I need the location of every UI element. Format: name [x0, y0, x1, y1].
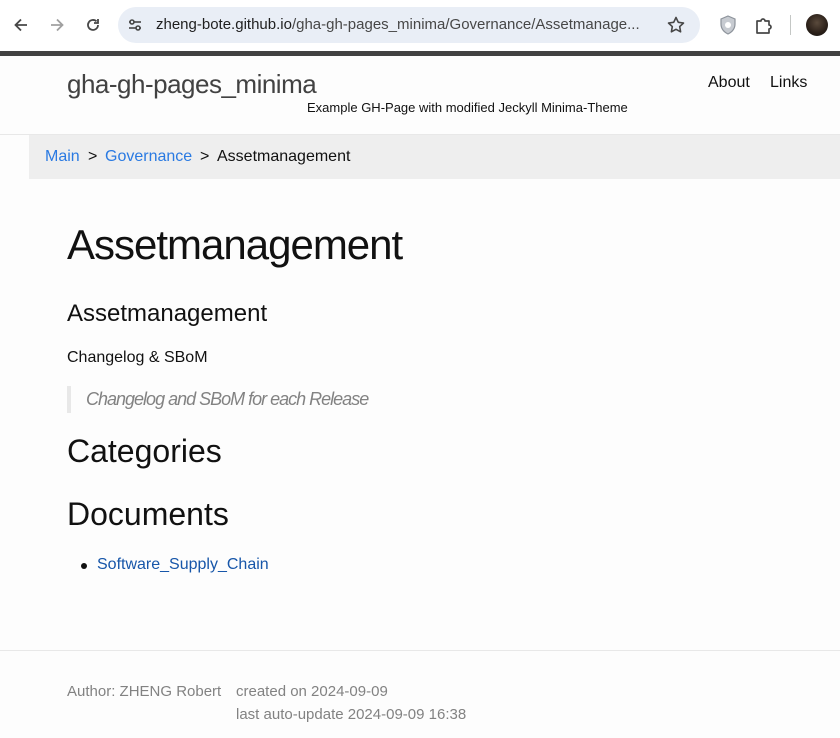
paragraph: Changelog & SBoM	[67, 349, 208, 366]
url-text: zheng-bote.github.io/gha-gh-pages_minima…	[156, 16, 640, 33]
categories-heading: Categories	[67, 433, 222, 469]
back-arrow-icon[interactable]	[8, 12, 34, 38]
address-bar[interactable]: zheng-bote.github.io/gha-gh-pages_minima…	[118, 7, 700, 43]
browser-toolbar: zheng-bote.github.io/gha-gh-pages_minima…	[0, 0, 840, 52]
blockquote: Changelog and SBoM for each Release	[67, 386, 467, 413]
breadcrumb-separator: >	[200, 148, 210, 165]
breadcrumb-main[interactable]: Main	[45, 148, 80, 166]
url-path: /gha-gh-pages_minima/Governance/Assetman…	[291, 16, 640, 33]
puzzle-icon[interactable]	[753, 14, 775, 36]
site-description: Example GH-Page with modified Jeckyll Mi…	[307, 100, 628, 115]
site-footer: Author: ZHENG Robert created on 2024-09-…	[0, 650, 840, 738]
breadcrumb-governance[interactable]: Governance	[105, 148, 192, 166]
footer-updated: last auto-update 2024-09-09 16:38	[236, 706, 467, 723]
url-host: zheng-bote.github.io	[156, 16, 292, 33]
star-icon[interactable]	[666, 15, 686, 35]
breadcrumb-current: Assetmanagement	[217, 148, 351, 165]
profile-avatar[interactable]	[806, 14, 828, 36]
toolbar-separator	[790, 15, 791, 35]
site-header: gha-gh-pages_minima Example GH-Page with…	[0, 56, 840, 135]
nav-link-links[interactable]: Links	[770, 74, 807, 92]
shield-extension-icon[interactable]	[718, 14, 738, 36]
breadcrumb-separator: >	[88, 148, 98, 165]
footer-created: created on 2024-09-09	[236, 683, 388, 700]
blockquote-text: Changelog and SBoM for each Release	[86, 389, 369, 409]
nav-link-about[interactable]: About	[708, 74, 750, 92]
documents-heading: Documents	[67, 496, 229, 532]
document-link[interactable]: Software_Supply_Chain	[97, 556, 269, 574]
footer-author: Author: ZHENG Robert	[67, 683, 222, 700]
forward-arrow-icon[interactable]	[44, 12, 70, 38]
breadcrumb: Main > Governance > Assetmanagement	[29, 135, 840, 179]
section-heading: Assetmanagement	[67, 300, 268, 327]
reload-icon[interactable]	[80, 12, 106, 38]
site-title[interactable]: gha-gh-pages_minima	[67, 69, 317, 100]
tune-icon[interactable]	[126, 16, 144, 34]
page-title: Assetmanagement	[67, 221, 403, 268]
list-bullet	[81, 563, 87, 569]
